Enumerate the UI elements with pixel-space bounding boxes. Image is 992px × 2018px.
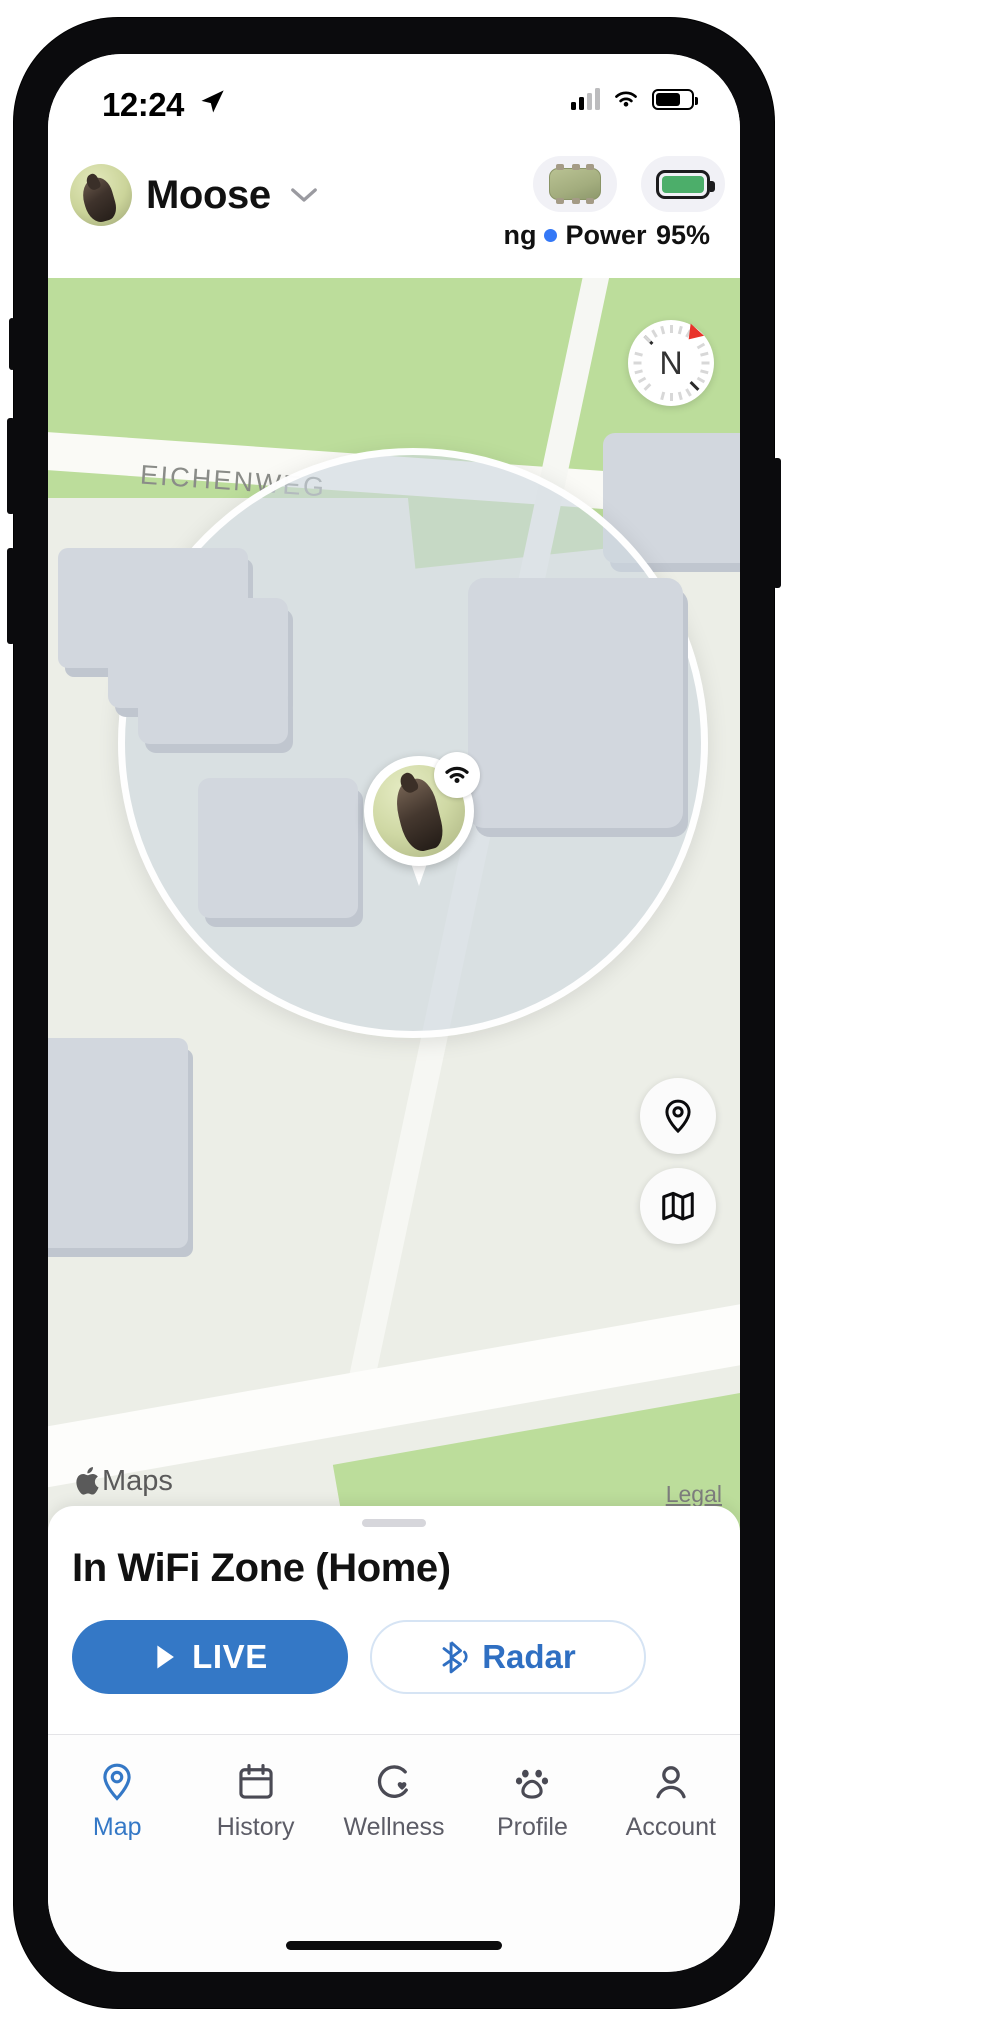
- cellular-signal-icon: [571, 88, 600, 110]
- locate-button[interactable]: [640, 1078, 716, 1154]
- tab-profile[interactable]: Profile: [463, 1735, 601, 1842]
- heart-activity-icon: [377, 1765, 408, 1798]
- location-arrow-icon: [201, 90, 224, 113]
- pet-location-marker[interactable]: [364, 752, 480, 890]
- tracker-device-icon: [549, 164, 601, 204]
- tracker-status-badge[interactable]: ng Power: [503, 156, 647, 251]
- tab-bar: Map History Wellness Profile Account: [48, 1734, 740, 1972]
- volume-down-button[interactable]: [7, 548, 15, 644]
- status-bar: 12:24: [48, 54, 740, 150]
- status-indicators: [571, 88, 698, 110]
- tab-history[interactable]: History: [186, 1735, 324, 1842]
- tab-wellness[interactable]: Wellness: [325, 1735, 463, 1842]
- tab-label: Account: [625, 1813, 716, 1841]
- tab-label: History: [216, 1813, 295, 1841]
- pet-name: Moose: [146, 172, 271, 217]
- legal-link[interactable]: Legal: [666, 1481, 722, 1508]
- battery-icon: [652, 88, 698, 110]
- map-canvas[interactable]: EICHENWEG N Maps Legal: [48, 278, 740, 1530]
- compass-north-label: N: [659, 344, 683, 381]
- silent-switch[interactable]: [9, 318, 15, 370]
- apple-maps-label: Maps: [102, 1465, 173, 1497]
- calendar-icon: [238, 1763, 273, 1799]
- status-text: In WiFi Zone (Home): [72, 1546, 451, 1590]
- power-status-dot: [544, 229, 558, 242]
- tab-account[interactable]: Account: [602, 1735, 740, 1842]
- bluetooth-icon: [442, 1641, 468, 1674]
- phone-frame: 12:24 Moose ng Power 95% EICHENWEG N Map…: [7, 18, 781, 2008]
- pet-selector[interactable]: Moose: [70, 164, 319, 226]
- tracker-badge-caption: ng Power: [503, 220, 646, 251]
- wifi-icon: [434, 752, 480, 798]
- tracker-badge-pill[interactable]: [533, 156, 617, 212]
- map-building: [48, 1038, 188, 1248]
- pet-avatar[interactable]: [70, 164, 132, 226]
- status-time: 12:24: [102, 86, 184, 123]
- tab-map[interactable]: Map: [48, 1735, 186, 1842]
- volume-up-button[interactable]: [7, 418, 15, 514]
- bottom-sheet[interactable]: In WiFi Zone (Home) LIVE Radar: [48, 1506, 740, 1734]
- home-indicator[interactable]: [286, 1941, 502, 1950]
- tab-label: Profile: [496, 1813, 568, 1841]
- navigation-arrow-icon: [157, 1645, 175, 1669]
- sheet-actions: LIVE Radar: [72, 1620, 646, 1694]
- map-building: [198, 778, 358, 918]
- tab-label: Wellness: [343, 1813, 445, 1841]
- apple-logo-icon: [76, 1466, 99, 1495]
- map-fold-icon: [662, 1191, 694, 1221]
- phone-screen: 12:24 Moose ng Power 95% EICHENWEG N Map…: [48, 54, 740, 1972]
- power-label: Power: [565, 220, 647, 250]
- wifi-icon: [615, 91, 637, 107]
- battery-percent-label: 95%: [655, 220, 711, 250]
- map-building: [138, 688, 288, 744]
- map-building: [468, 578, 683, 828]
- power-button[interactable]: [773, 458, 781, 588]
- map-layers-button[interactable]: [640, 1168, 716, 1244]
- tab-label: Map: [92, 1813, 142, 1841]
- compass-control[interactable]: N: [628, 320, 714, 406]
- battery-badge[interactable]: 95%: [640, 156, 726, 251]
- app-header: Moose ng Power 95%: [48, 150, 740, 278]
- battery-badge-pill[interactable]: [641, 156, 725, 212]
- sheet-grabber[interactable]: [362, 1519, 426, 1527]
- header-badges: ng Power 95%: [503, 156, 726, 251]
- map-pin-icon: [665, 1099, 691, 1134]
- person-icon: [656, 1766, 686, 1799]
- radar-button-label: Radar: [482, 1638, 576, 1675]
- radar-button[interactable]: Radar: [370, 1620, 646, 1694]
- tracker-state-text: ng: [503, 220, 537, 250]
- live-button[interactable]: LIVE: [72, 1620, 348, 1694]
- apple-maps-attribution: Maps: [74, 1465, 173, 1498]
- live-button-label: LIVE: [192, 1638, 268, 1675]
- chevron-down-icon[interactable]: [289, 185, 319, 205]
- battery-icon: [656, 169, 715, 199]
- paw-icon: [516, 1769, 549, 1799]
- map-pin-icon: [103, 1763, 131, 1801]
